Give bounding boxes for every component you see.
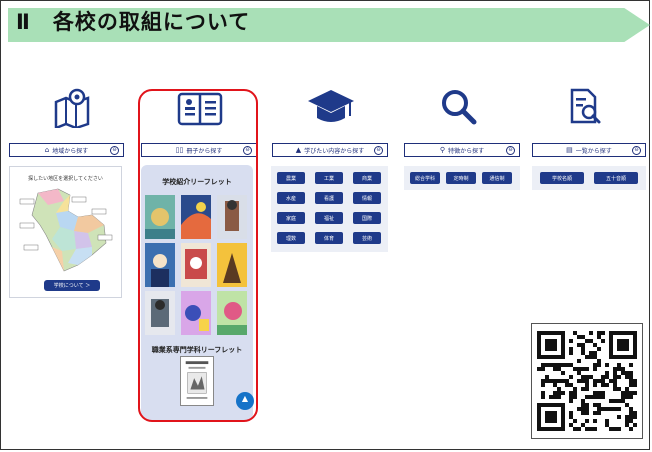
about-schools-button[interactable]: 学校について ＞ — [44, 280, 100, 291]
section-number: Ⅱ — [16, 10, 31, 34]
subject-pill[interactable]: 家庭 — [277, 212, 305, 224]
category-bar-feature[interactable]: ⚲ 特徴から探す ⊖ — [404, 143, 520, 157]
collapse-icon[interactable]: ⊖ — [506, 146, 515, 155]
feature-pill[interactable]: 通信制 — [482, 172, 512, 184]
subject-pill[interactable]: 看護 — [315, 192, 343, 204]
subject-pill[interactable]: 水産 — [277, 192, 305, 204]
category-bar-region[interactable]: ⌂ 地域から探す ⊖ — [9, 143, 124, 157]
subject-pill[interactable]: 体育 — [315, 232, 343, 244]
region-map-panel: 探したい地区を選択してください 学校について ＞ — [9, 166, 122, 298]
list-pill[interactable]: 学校名順 — [540, 172, 584, 184]
map-small-icon: ⌂ — [44, 146, 50, 154]
subject-pill[interactable]: 理数 — [277, 232, 305, 244]
category-label-region: 地域から探す — [52, 147, 89, 155]
feature-panel: 総合学科 定時制 通信制 — [404, 166, 520, 190]
collapse-icon[interactable]: ⊖ — [110, 146, 119, 155]
list-pill[interactable]: 五十音順 — [594, 172, 638, 184]
subject-pill[interactable]: 商業 — [353, 172, 381, 184]
graduation-cap-small-icon: ▲ — [295, 146, 302, 154]
collapse-icon[interactable]: ⊖ — [632, 146, 641, 155]
category-bar-subject[interactable]: ▲ 学びたい内容から探す ⊖ — [272, 143, 388, 157]
subject-pill[interactable]: 工業 — [315, 172, 343, 184]
qr-code-pattern — [537, 331, 637, 431]
section-title-text: 各校の取組について — [52, 10, 251, 34]
magnifier-small-icon: ⚲ — [439, 146, 446, 154]
feature-pill[interactable]: 総合学科 — [410, 172, 440, 184]
subject-pill[interactable]: 福祉 — [315, 212, 343, 224]
map-icon[interactable] — [50, 88, 98, 128]
collapse-icon[interactable]: ⊖ — [374, 146, 383, 155]
document-small-icon: ▤ — [566, 146, 573, 154]
map-caption: 探したい地区を選択してください — [28, 176, 103, 182]
category-label-feature: 特徴から探す — [448, 147, 485, 155]
category-label-list: 一覧から探す — [575, 147, 612, 155]
subject-pill[interactable]: 芸術 — [353, 232, 381, 244]
graduation-cap-icon[interactable] — [306, 88, 356, 126]
category-label-subject: 学びたい内容から探す — [304, 147, 365, 155]
category-bar-list[interactable]: ▤ 一覧から探す ⊖ — [532, 143, 646, 157]
magnifier-icon[interactable] — [440, 88, 478, 126]
list-panel: 学校名順 五十音順 — [532, 166, 646, 190]
subject-pill[interactable]: 農業 — [277, 172, 305, 184]
subject-pill[interactable]: 情報 — [353, 192, 381, 204]
subject-panel: 農業 工業 商業 水産 看護 情報 家庭 福祉 国際 理数 体育 芸術 — [271, 166, 388, 252]
prefecture-map[interactable] — [18, 185, 116, 275]
section-title: Ⅱ 各校の取組について — [16, 6, 250, 36]
qr-code — [531, 323, 643, 439]
document-search-icon[interactable] — [568, 86, 604, 126]
subject-pill[interactable]: 国際 — [353, 212, 381, 224]
feature-pill[interactable]: 定時制 — [446, 172, 476, 184]
highlight-frame — [138, 89, 258, 422]
